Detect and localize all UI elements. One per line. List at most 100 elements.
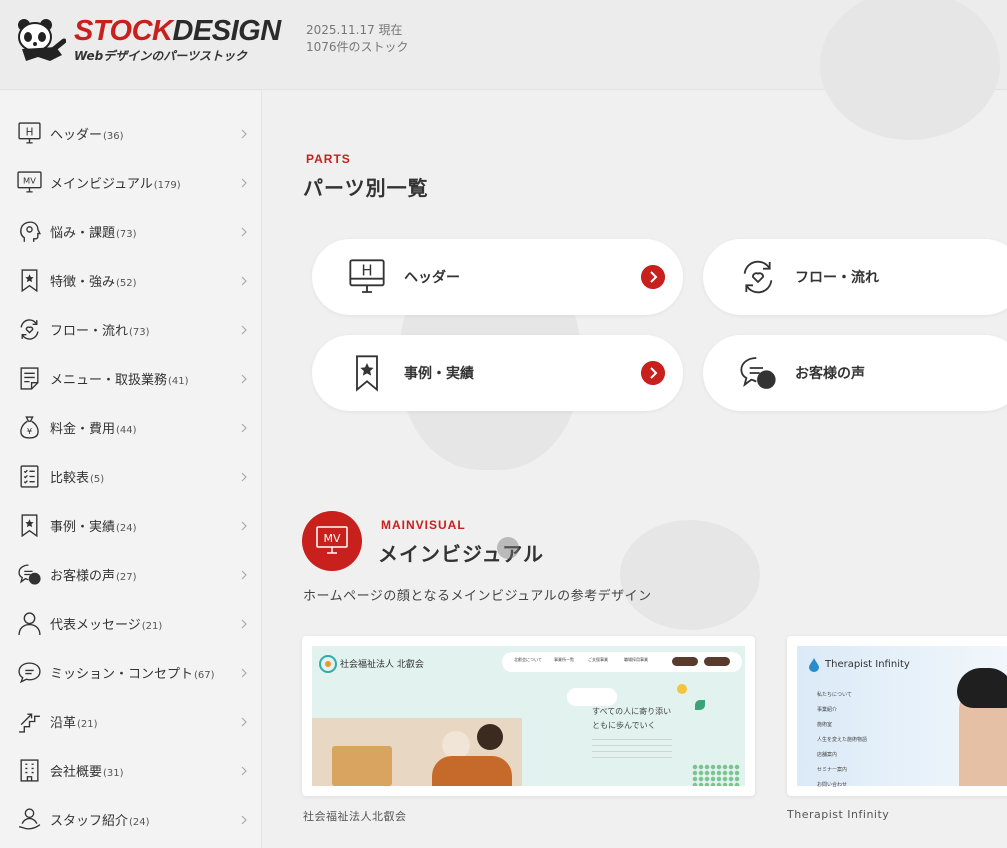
chevron-right-icon bbox=[241, 374, 247, 383]
speech-bubble-icon bbox=[18, 662, 41, 684]
sidebar-item-count: (24) bbox=[116, 523, 137, 534]
thumb-photo-person bbox=[477, 724, 503, 750]
mainvisual-thumb-hokueikai[interactable]: 社会福祉法人 北叡会 北叡会について 事業所一覧 ご支援事業 職場採用事業 すべ… bbox=[302, 636, 755, 796]
svg-text:H: H bbox=[361, 261, 372, 279]
thumb-nav-button bbox=[704, 657, 730, 666]
thumb-deco-leaf bbox=[695, 700, 705, 710]
checklist-icon bbox=[20, 465, 39, 488]
parts-card-flow[interactable]: フロー・流れ bbox=[703, 239, 1007, 315]
sidebar-item-message[interactable]: 代表メッセージ(21) bbox=[0, 599, 262, 648]
sidebar-item-label: 会社概要 bbox=[50, 765, 103, 780]
sidebar: H ヘッダー(36) MV メインビジュアル(179) 悩み・課題(73) 特徴… bbox=[0, 91, 262, 848]
sidebar-item-label: メニュー・取扱業務 bbox=[50, 373, 168, 388]
thumb-nav-bar: 北叡会について 事業所一覧 ご支援事業 職場採用事業 bbox=[502, 652, 742, 672]
sidebar-item-label: 事例・実績 bbox=[50, 520, 116, 535]
sidebar-item-count: (52) bbox=[116, 278, 137, 289]
sidebar-item-label: 料金・費用 bbox=[50, 422, 116, 437]
thumb-nav-item: 職場採用事業 bbox=[624, 657, 648, 662]
speech-bubbles-icon bbox=[740, 357, 776, 389]
chevron-right-icon bbox=[241, 129, 247, 138]
thinking-head-icon bbox=[20, 221, 42, 242]
sidebar-item-comparison[interactable]: 比較表(5) bbox=[0, 452, 262, 501]
thumb-screenshot: Therapist Infinity 私たちについて 事業紹介 施術室 人生を変… bbox=[797, 646, 1007, 788]
chevron-right-icon bbox=[241, 276, 247, 285]
sidebar-item-count: (27) bbox=[116, 572, 137, 583]
sidebar-item-flow[interactable]: フロー・流れ(73) bbox=[0, 305, 262, 354]
sidebar-item-count: (36) bbox=[103, 131, 124, 142]
mouse-cursor bbox=[497, 537, 519, 559]
mainvisual-description: ホームページの顔となるメインビジュアルの参考デザイン bbox=[303, 589, 652, 604]
parts-card-header[interactable]: H ヘッダー bbox=[312, 239, 683, 315]
sidebar-item-header[interactable]: H ヘッダー(36) bbox=[0, 109, 262, 158]
arrow-right-icon bbox=[641, 361, 665, 385]
sidebar-item-count: (179) bbox=[153, 180, 181, 191]
thumb-cloud-shape bbox=[567, 688, 617, 706]
money-bag-icon: ¥ bbox=[20, 416, 39, 439]
sidebar-item-mission[interactable]: ミッション・コンセプト(67) bbox=[0, 648, 262, 697]
sidebar-item-mainvisual[interactable]: MV メインビジュアル(179) bbox=[0, 158, 262, 207]
thumb-headline-line1: すべての人に寄り添い bbox=[592, 707, 672, 716]
thumb-caption[interactable]: Therapist Infinity bbox=[787, 808, 889, 821]
chevron-right-icon bbox=[241, 325, 247, 334]
sidebar-item-cases[interactable]: 事例・実績(24) bbox=[0, 501, 262, 550]
thumb-nav-list: 私たちについて 事業紹介 施術室 人生を変えた施術物語 店舗案内 セミナー案内 … bbox=[817, 688, 867, 793]
svg-text:MV: MV bbox=[23, 176, 36, 186]
sidebar-item-features[interactable]: 特徴・強み(52) bbox=[0, 256, 262, 305]
update-date: 2025.11.17 現在 bbox=[306, 23, 403, 37]
sidebar-item-count: (31) bbox=[103, 768, 124, 779]
thumb-nav-item: 施術室 bbox=[817, 722, 833, 728]
sidebar-item-label: ヘッダー bbox=[50, 128, 103, 143]
sidebar-item-count: (5) bbox=[90, 474, 105, 485]
logo-design-text: DESIGN bbox=[172, 15, 281, 47]
sidebar-item-count: (73) bbox=[129, 327, 150, 338]
staff-hand-icon bbox=[19, 808, 41, 830]
sidebar-item-label: お客様の声 bbox=[50, 569, 116, 584]
thumb-photo-person bbox=[442, 731, 470, 759]
sidebar-item-problems[interactable]: 悩み・課題(73) bbox=[0, 207, 262, 256]
parts-card-cases[interactable]: 事例・実績 bbox=[312, 335, 683, 411]
sidebar-item-staff[interactable]: スタッフ紹介(24) bbox=[0, 795, 262, 844]
thumb-caption[interactable]: 社会福祉法人北叡会 bbox=[303, 808, 407, 824]
sidebar-item-price[interactable]: ¥ 料金・費用(44) bbox=[0, 403, 262, 452]
sidebar-item-count: (67) bbox=[194, 670, 215, 681]
sidebar-item-company[interactable]: 会社概要(31) bbox=[0, 746, 262, 795]
thumb-nav-item: 事業所一覧 bbox=[554, 657, 574, 662]
water-drop-icon bbox=[809, 658, 819, 672]
sidebar-item-label: 特徴・強み bbox=[50, 275, 116, 290]
sidebar-item-label: 代表メッセージ bbox=[50, 618, 141, 633]
header-icon: H bbox=[349, 259, 385, 293]
mainvisual-section-title: メインビジュアル bbox=[378, 542, 544, 566]
star-bookmark-icon bbox=[356, 355, 378, 392]
sidebar-item-label: ミッション・コンセプト bbox=[50, 667, 194, 682]
sidebar-item-voices[interactable]: お客様の声(27) bbox=[0, 550, 262, 599]
star-bookmark-icon bbox=[21, 514, 38, 538]
sidebar-item-label: メインビジュアル bbox=[50, 177, 153, 192]
sidebar-item-menu[interactable]: メニュー・取扱業務(41) bbox=[0, 354, 262, 403]
thumb-nav-item: 人生を変えた施術物語 bbox=[817, 737, 868, 743]
sidebar-item-label: 沿革 bbox=[50, 716, 77, 731]
arrow-right-icon bbox=[641, 265, 665, 289]
chevron-right-icon bbox=[241, 619, 247, 628]
stock-meta: 2025.11.17 現在 1076件のストック bbox=[306, 22, 409, 56]
chevron-right-icon bbox=[241, 472, 247, 481]
chevron-right-icon bbox=[241, 178, 247, 187]
thumb-nav-item: 北叡会について bbox=[514, 657, 542, 662]
parts-card-voices[interactable]: お客様の声 bbox=[703, 335, 1007, 411]
sidebar-item-history[interactable]: 沿革(21) bbox=[0, 697, 262, 746]
parts-card-label: ヘッダー bbox=[404, 270, 460, 286]
person-icon bbox=[18, 612, 41, 635]
logo-tagline: Webデザインのパーツストック bbox=[74, 49, 247, 63]
mv-badge-text: MV bbox=[323, 532, 340, 545]
sidebar-item-count: (21) bbox=[141, 621, 163, 632]
thumb-nav-item: 事業紹介 bbox=[817, 707, 838, 713]
speech-bubbles-icon bbox=[18, 564, 41, 585]
thumb-nav-item: ご支援事業 bbox=[588, 657, 608, 662]
flow-cycle-icon bbox=[20, 319, 39, 340]
mainvisual-badge: MV bbox=[302, 511, 362, 571]
parts-section-en: PARTS bbox=[306, 152, 351, 166]
mainvisual-thumb-therapist[interactable]: Therapist Infinity 私たちについて 事業紹介 施術室 人生を変… bbox=[787, 636, 1007, 796]
chevron-right-icon bbox=[241, 521, 247, 530]
site-logo[interactable]: STOCKDESIGN Webデザインのパーツストック bbox=[16, 16, 281, 64]
chevron-right-icon bbox=[241, 423, 247, 432]
parts-card-label: フロー・流れ bbox=[795, 270, 879, 286]
